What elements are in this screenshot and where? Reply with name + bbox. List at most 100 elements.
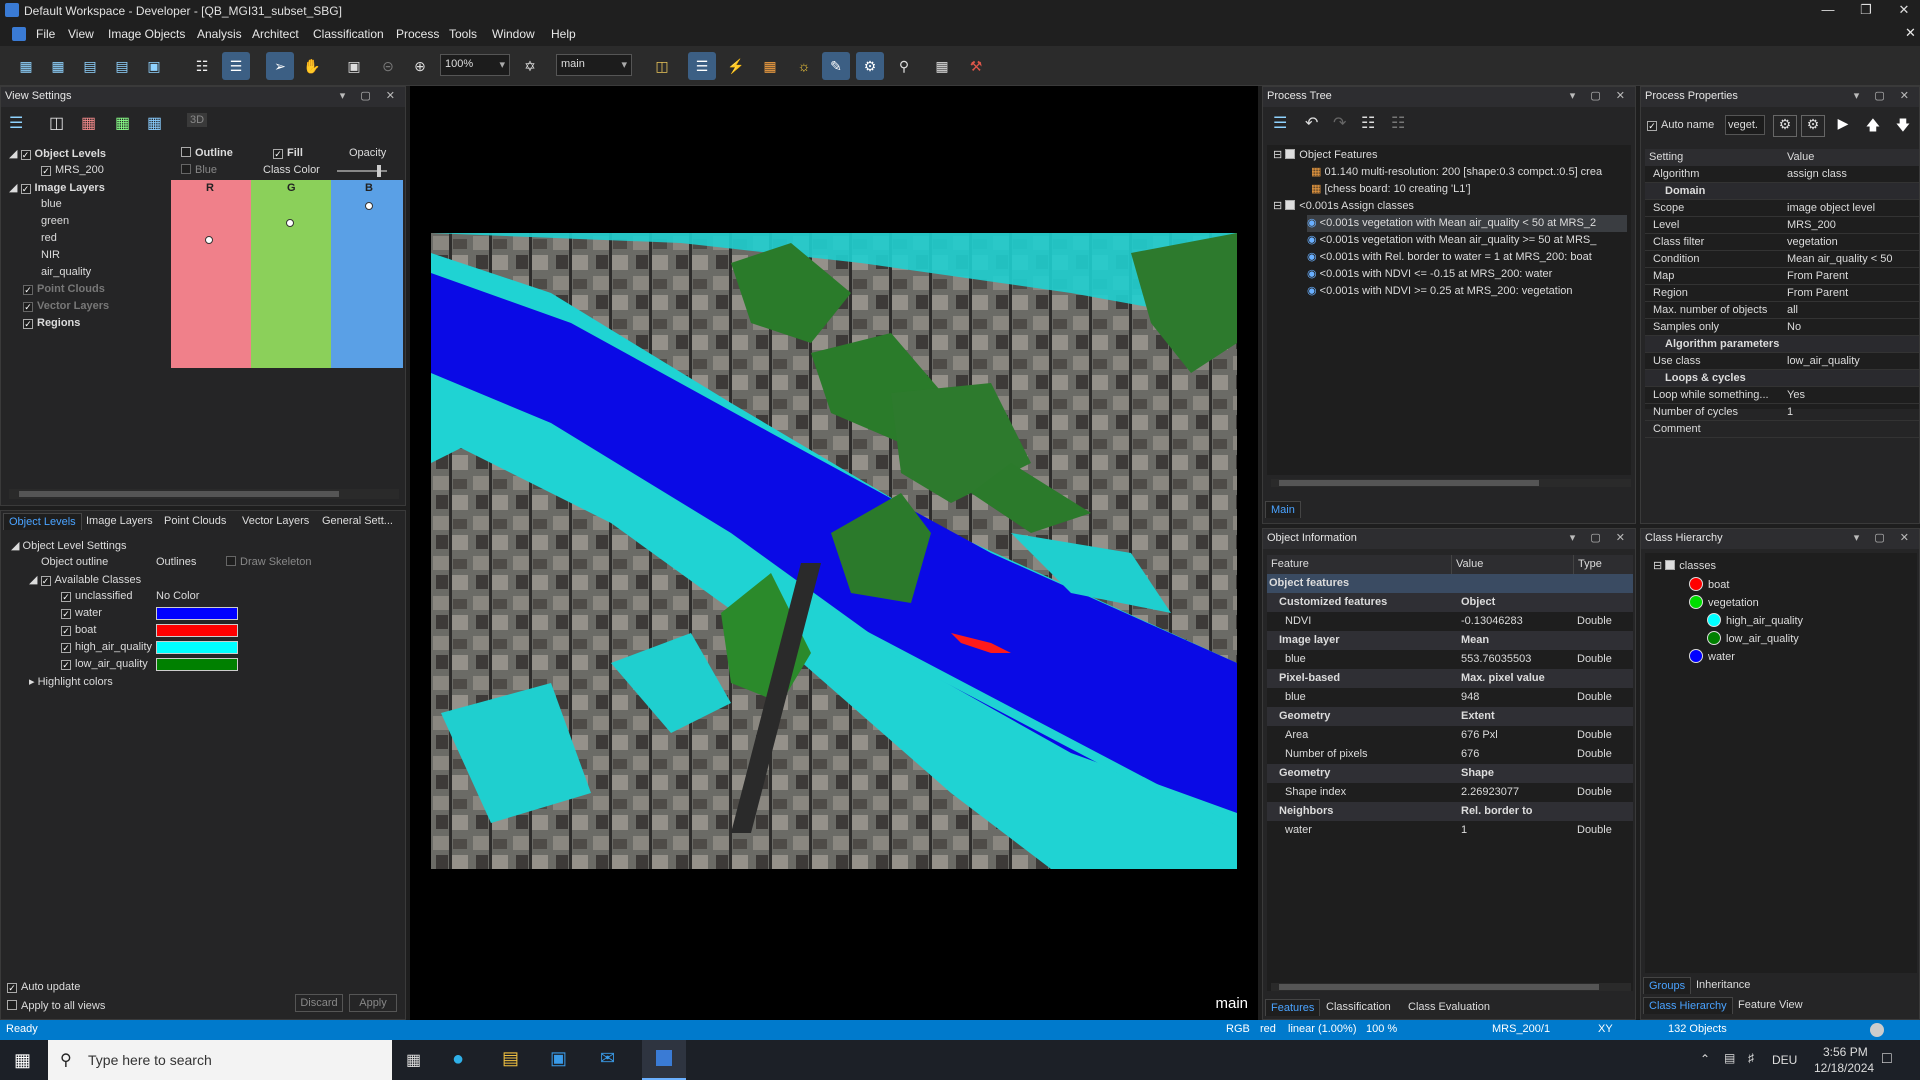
table-row[interactable]: water 1 Double bbox=[1267, 821, 1633, 840]
channel-r-column[interactable] bbox=[171, 180, 251, 368]
scrollbar-thumb[interactable] bbox=[19, 491, 339, 497]
lock-icon[interactable]: ▣ bbox=[340, 52, 368, 80]
3d-toggle[interactable]: 3D bbox=[187, 113, 208, 127]
table-row[interactable]: blue 553.76035503 Double bbox=[1267, 650, 1633, 669]
property-row[interactable]: Domain bbox=[1645, 183, 1919, 200]
menu-tools[interactable]: Tools bbox=[449, 27, 477, 41]
layer-mix-icon[interactable]: ▦ bbox=[81, 113, 96, 133]
discard-button[interactable]: Discard bbox=[295, 994, 343, 1012]
process-veg-high[interactable]: ◉ <0.001s vegetation with Mean air_quali… bbox=[1307, 232, 1596, 249]
blue-outline-toggle[interactable]: Blue bbox=[181, 164, 217, 176]
class-entry[interactable]: ✓ low_air_quality bbox=[61, 658, 148, 670]
network-icon[interactable]: ▤ bbox=[1724, 1051, 1735, 1065]
mail-icon[interactable]: ✉ bbox=[600, 1048, 615, 1069]
tab-object-levels[interactable]: Object Levels bbox=[3, 513, 82, 530]
class-color-swatch[interactable] bbox=[156, 624, 238, 637]
menu-help[interactable]: Help bbox=[551, 27, 576, 41]
object-info-scrollbar[interactable] bbox=[1271, 983, 1631, 991]
process-assign-classes[interactable]: ⊟ <0.001s Assign classes bbox=[1273, 198, 1414, 215]
highlight-colors-row[interactable]: ▸ Highlight colors bbox=[29, 675, 113, 688]
menu-window[interactable]: Window bbox=[492, 27, 535, 41]
draw-skeleton-toggle[interactable]: Draw Skeleton bbox=[226, 556, 312, 568]
class-entry[interactable]: ✓ high_air_quality bbox=[61, 641, 152, 653]
color-swatch[interactable] bbox=[156, 658, 238, 671]
taskbar-search[interactable]: ⚲ Type here to search bbox=[48, 1040, 392, 1080]
tab-general-settings[interactable]: General Sett... bbox=[317, 513, 398, 529]
tab-features[interactable]: Features bbox=[1265, 999, 1321, 1016]
process-chessboard[interactable]: ▦ [chess board: 10 creating 'L1'] bbox=[1311, 181, 1471, 198]
object-level-settings-row[interactable]: ◢ Object Level Settings bbox=[11, 539, 126, 552]
table-row[interactable]: Object features bbox=[1267, 574, 1633, 593]
opacity-slider[interactable] bbox=[337, 165, 387, 177]
ecognition-taskbar-button[interactable] bbox=[642, 1040, 686, 1080]
library-load-icon[interactable]: ☷ bbox=[1391, 113, 1405, 133]
tab-main[interactable]: Main bbox=[1265, 501, 1301, 518]
property-row[interactable]: Level MRS_200 bbox=[1645, 217, 1919, 234]
scrollbar-thumb[interactable] bbox=[1279, 480, 1539, 486]
tray-chevron-icon[interactable]: ⌃ bbox=[1700, 1052, 1710, 1066]
layer-blue-row[interactable]: blue bbox=[41, 198, 62, 210]
tab-vector-layers[interactable]: Vector Layers bbox=[237, 513, 314, 529]
settings-icon[interactable]: ⚙ bbox=[1773, 115, 1797, 137]
inspect-icon[interactable]: ⚲ bbox=[890, 52, 918, 80]
panel-controls[interactable]: ▾ ▢ ✕ bbox=[1570, 531, 1631, 544]
pan-hand-icon[interactable]: ✋ bbox=[298, 52, 326, 80]
property-row[interactable]: Class filter vegetation bbox=[1645, 234, 1919, 251]
property-row[interactable]: Map From Parent bbox=[1645, 268, 1919, 285]
process-tree-icon[interactable]: ☰ bbox=[688, 52, 716, 80]
process-tree-scrollbar[interactable] bbox=[1271, 479, 1631, 487]
tab-image-layers[interactable]: Image Layers bbox=[81, 513, 158, 529]
property-row[interactable]: Region From Parent bbox=[1645, 285, 1919, 302]
class-node[interactable]: vegetation bbox=[1689, 595, 1759, 609]
process-name-field[interactable]: veget. bbox=[1725, 115, 1765, 135]
process-icon[interactable]: ☰ bbox=[222, 52, 250, 80]
process-veg-low[interactable]: ◉ <0.001s vegetation with Mean air_quali… bbox=[1307, 215, 1627, 232]
menu-image-objects[interactable]: Image Objects bbox=[108, 27, 185, 41]
class-node[interactable]: boat bbox=[1689, 577, 1729, 591]
menu-classification[interactable]: Classification bbox=[313, 27, 384, 41]
clock-date[interactable]: 12/18/2024 bbox=[1814, 1061, 1874, 1075]
class-color-swatch[interactable] bbox=[156, 607, 238, 620]
class-entry[interactable]: ✓ water bbox=[61, 607, 102, 619]
close-document-icon[interactable]: ✕ bbox=[1905, 25, 1916, 41]
property-row[interactable]: Condition Mean air_quality < 50 bbox=[1645, 251, 1919, 268]
zoom-combo[interactable]: 100% ▾ bbox=[440, 54, 510, 76]
tab-class-hierarchy[interactable]: Class Hierarchy bbox=[1643, 997, 1733, 1014]
class-node[interactable]: low_air_quality bbox=[1707, 631, 1799, 645]
menu-process[interactable]: Process bbox=[396, 27, 439, 41]
file-explorer-icon[interactable]: ▤ bbox=[502, 1048, 519, 1069]
class-color-swatch[interactable] bbox=[156, 641, 238, 654]
language-indicator[interactable]: DEU bbox=[1772, 1053, 1797, 1067]
table-row[interactable]: Number of pixels 676 Double bbox=[1267, 745, 1633, 764]
process-water[interactable]: ◉ <0.001s with NDVI <= -0.15 at MRS_200:… bbox=[1307, 266, 1552, 283]
volume-icon[interactable]: ♯ bbox=[1748, 1051, 1754, 1065]
table-row[interactable]: Customized features Object bbox=[1267, 593, 1633, 612]
class-root[interactable]: ⊟ classes bbox=[1653, 559, 1716, 572]
class-node[interactable]: high_air_quality bbox=[1707, 613, 1803, 627]
property-row[interactable]: Scope image object level bbox=[1645, 200, 1919, 217]
save-icon[interactable]: ▣ bbox=[140, 52, 168, 80]
class-entry[interactable]: ✓ boat bbox=[61, 624, 96, 636]
menu-analysis[interactable]: Analysis bbox=[197, 27, 242, 41]
grid-icon[interactable]: ▦ bbox=[928, 52, 956, 80]
tab-class-evaluation[interactable]: Class Evaluation bbox=[1403, 999, 1495, 1015]
app-menu-icon[interactable] bbox=[12, 27, 26, 41]
property-row[interactable]: Number of cycles 1 bbox=[1645, 404, 1919, 421]
table-row[interactable]: Pixel-based Max. pixel value bbox=[1267, 669, 1633, 688]
image-layers-row[interactable]: ◢ ✓ Image Layers bbox=[9, 181, 105, 194]
store-icon[interactable]: ▣ bbox=[550, 1048, 567, 1069]
view-combo[interactable]: main ▾ bbox=[556, 54, 632, 76]
blue-b-radio[interactable] bbox=[365, 202, 373, 210]
property-row[interactable]: Use class low_air_quality bbox=[1645, 353, 1919, 370]
edge-icon[interactable]: ● bbox=[452, 1048, 464, 1071]
class-node[interactable]: water bbox=[1689, 649, 1735, 663]
tool-icon[interactable]: ⚒ bbox=[962, 52, 990, 80]
auto-update-toggle[interactable]: ✓ Auto update bbox=[7, 981, 80, 993]
close-window-button[interactable]: ✕ bbox=[1894, 2, 1914, 20]
process-multiresolution[interactable]: ▦ 01.140 multi-resolution: 200 [shape:0.… bbox=[1311, 164, 1602, 181]
apply-button[interactable]: Apply bbox=[349, 994, 397, 1012]
new-project-icon[interactable]: ▦ bbox=[12, 52, 40, 80]
maximize-button[interactable]: ❐ bbox=[1856, 2, 1876, 20]
color-swatch[interactable] bbox=[156, 641, 238, 654]
fill-toggle[interactable]: ✓ Fill bbox=[273, 147, 303, 159]
